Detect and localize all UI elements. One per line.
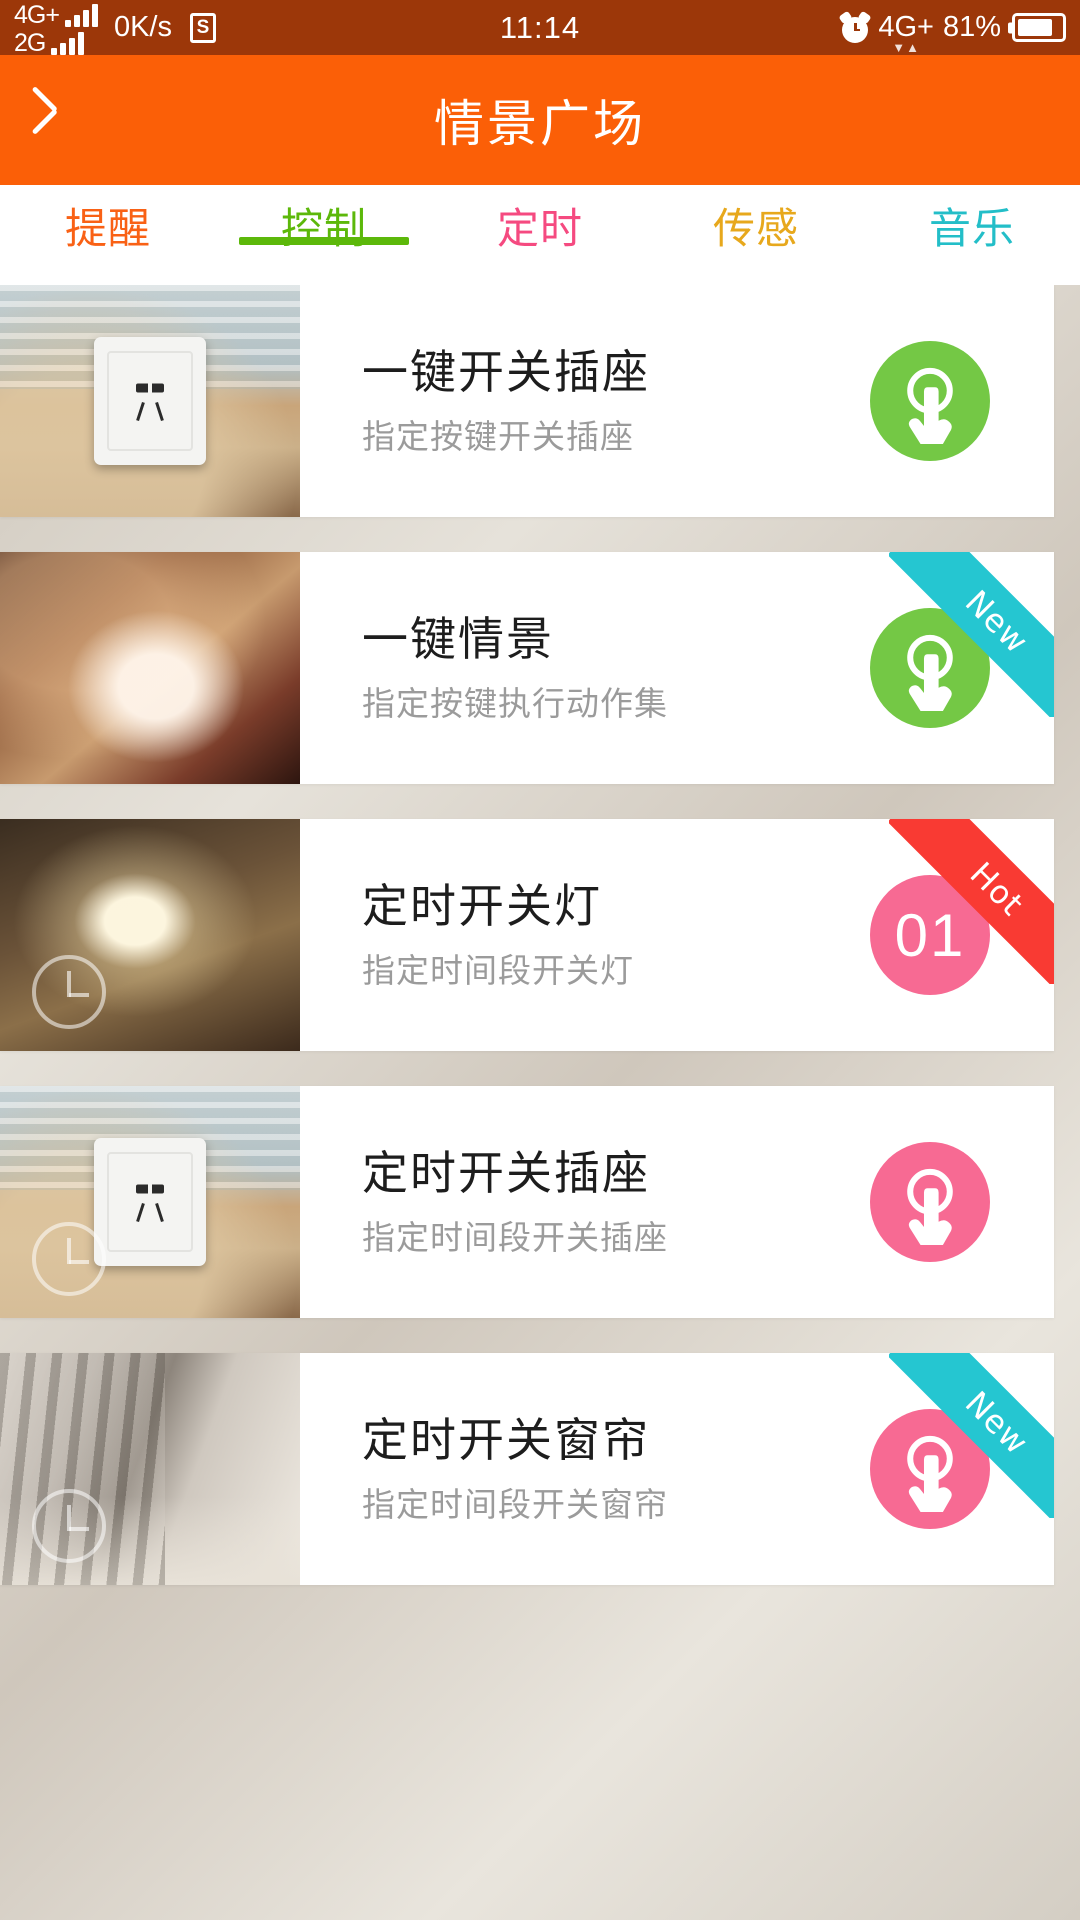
- sim-badge-icon: S: [189, 12, 216, 43]
- card-title: 一键情景: [362, 613, 554, 666]
- tab-bar: 提醒 控制 定时 传感 音乐: [0, 185, 1080, 285]
- card-text-block: 一键情景指定按键执行动作集: [300, 611, 870, 725]
- card-title: 定时开关窗帘: [362, 1414, 650, 1467]
- scene-card-list[interactable]: 一键开关插座 指定按键开关插座 一键情景 指定按键执行动作集 New 定时开关灯 指定时间段…: [0, 285, 1080, 1920]
- tab-1[interactable]: 提醒: [0, 185, 216, 256]
- touch-finger-icon: [887, 625, 973, 711]
- card-subtitle: 指定按键开关插座: [362, 417, 634, 455]
- clock-watermark-icon: [32, 955, 106, 1029]
- card-title: 定时开关插座: [362, 1147, 650, 1200]
- tab-2[interactable]: 控制: [216, 185, 432, 256]
- scene-card[interactable]: 定时开关窗帘 指定时间段开关窗帘 New: [0, 1353, 1054, 1585]
- page-title: 情景广场: [434, 96, 646, 152]
- card-thumbnail: [0, 1086, 300, 1318]
- scene-card[interactable]: 一键情景 指定按键执行动作集 New: [0, 552, 1054, 784]
- back-button[interactable]: [0, 55, 130, 185]
- sim1-network-label: 4G+: [14, 0, 60, 29]
- card-subtitle: 指定时间段开关灯: [362, 951, 634, 989]
- status-bar-right: 4G+ ▼▲ 81%: [838, 10, 1066, 55]
- app-bar: 情景广场: [0, 55, 1080, 185]
- touch-finger-icon: [887, 1426, 973, 1512]
- card-text-block: 一键开关插座指定按键开关插座: [300, 344, 870, 458]
- scene-card[interactable]: 定时开关插座指定时间段开关插座: [0, 1086, 1054, 1318]
- card-number-badge[interactable]: 01: [870, 875, 990, 995]
- sim1-signal: 4G+: [14, 1, 98, 27]
- card-title: 一键开关插座: [362, 346, 650, 399]
- wall-outlet-icon: [94, 337, 206, 465]
- touch-finger-icon: [887, 1159, 973, 1245]
- tab-3[interactable]: 定时: [432, 185, 648, 256]
- card-thumbnail: [0, 285, 300, 517]
- network-type-label: 4G+ ▼▲: [878, 11, 934, 55]
- active-tab-indicator: [239, 237, 409, 245]
- network-speed-label: 0K/s: [113, 11, 172, 43]
- dual-sim-signal-group: 4G+ 2G: [14, 1, 98, 55]
- card-badge-number: 01: [894, 901, 966, 969]
- data-transfer-arrows-icon: ▼▲: [892, 40, 921, 55]
- card-title: 定时开关灯: [362, 880, 602, 933]
- tab-label: 提醒: [64, 205, 151, 252]
- scene-card[interactable]: 一键开关插座指定按键开关插座: [0, 285, 1054, 517]
- tab-label: 音乐: [928, 205, 1015, 252]
- clock-watermark-icon: [32, 1222, 106, 1296]
- sim2-signal: 2G: [14, 29, 98, 55]
- card-text-block: 定时开关插座指定时间段开关插座: [300, 1145, 870, 1259]
- card-text-block: 定时开关窗帘指定时间段开关窗帘: [300, 1412, 870, 1526]
- sim2-network-label: 2G: [14, 28, 46, 55]
- card-subtitle: 指定时间段开关插座: [362, 1218, 668, 1256]
- card-subtitle: 指定时间段开关窗帘: [362, 1485, 668, 1523]
- battery-percent-label: 81%: [942, 11, 1001, 43]
- alarm-clock-icon: [838, 10, 872, 43]
- tab-4[interactable]: 传感: [648, 185, 864, 256]
- wall-outlet-icon: [94, 1138, 206, 1266]
- touch-finger-icon: [887, 358, 973, 444]
- card-touch-badge[interactable]: [870, 1142, 990, 1262]
- status-bar-left: 4G+ 2G 0K/s S: [14, 1, 216, 55]
- card-thumbnail: [0, 819, 300, 1051]
- tab-label: 传感: [712, 205, 799, 252]
- card-touch-badge[interactable]: [870, 608, 990, 728]
- sim2-signal-bars-icon: [51, 31, 85, 55]
- card-thumbnail: [0, 552, 300, 784]
- tab-label: 定时: [496, 205, 583, 252]
- card-thumbnail: [0, 1353, 300, 1585]
- card-subtitle: 指定按键执行动作集: [362, 684, 668, 722]
- scene-card[interactable]: 定时开关灯 指定时间段开关灯 01 Hot: [0, 819, 1054, 1051]
- card-touch-badge[interactable]: [870, 341, 990, 461]
- card-touch-badge[interactable]: [870, 1409, 990, 1529]
- back-chevron-icon: [50, 94, 80, 146]
- hand-holding-phone-photo: [0, 552, 300, 784]
- tab-5[interactable]: 音乐: [864, 185, 1080, 256]
- status-bar: 4G+ 2G 0K/s S 11:14 4G+ ▼▲ 81%: [0, 0, 1080, 55]
- clock-watermark-icon: [32, 1489, 106, 1563]
- battery-icon: [1012, 13, 1066, 42]
- card-text-block: 定时开关灯指定时间段开关灯: [300, 878, 870, 992]
- sim1-signal-bars-icon: [64, 3, 98, 27]
